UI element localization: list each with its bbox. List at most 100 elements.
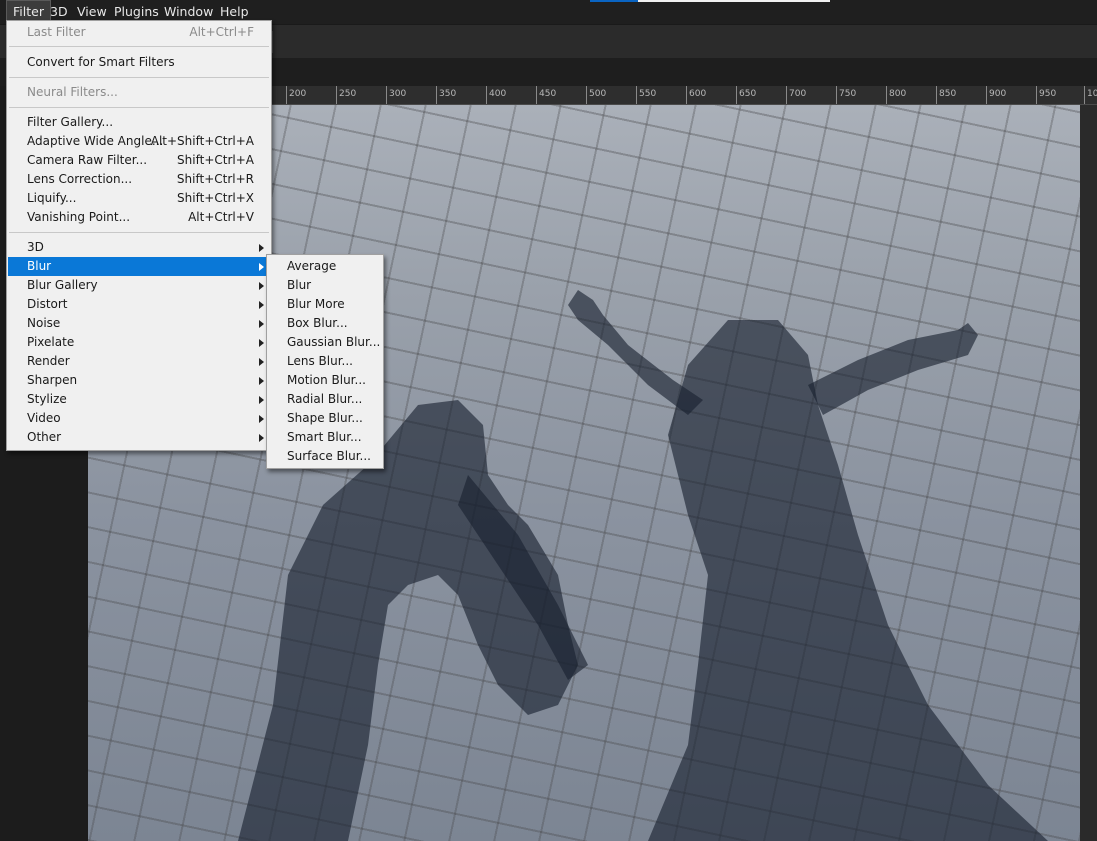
ruler-tick-label: 600 bbox=[689, 89, 707, 99]
submenu-item-label: Shape Blur... bbox=[287, 411, 363, 425]
menu-item-distort[interactable]: Distort bbox=[8, 295, 270, 314]
submenu-item-label: Average bbox=[287, 259, 337, 273]
menu-item-label: Camera Raw Filter... bbox=[27, 153, 148, 167]
submenu-item-average[interactable]: Average bbox=[268, 257, 382, 276]
ruler-tick: 250 bbox=[336, 86, 356, 104]
ruler-tick-label: 450 bbox=[539, 89, 557, 99]
ruler-tick: 300 bbox=[386, 86, 406, 104]
submenu-arrow-icon bbox=[259, 301, 264, 309]
ruler-tick: 700 bbox=[786, 86, 806, 104]
ruler-tick: 500 bbox=[586, 86, 606, 104]
menu-item-shortcut: Alt+Ctrl+F bbox=[189, 25, 254, 39]
ruler-tick-label: 10 bbox=[1087, 89, 1097, 99]
ruler-tick-label: 800 bbox=[889, 89, 907, 99]
options-separator bbox=[272, 31, 273, 53]
submenu-arrow-icon bbox=[259, 434, 264, 442]
menu-item-stylize[interactable]: Stylize bbox=[8, 390, 270, 409]
ruler-tick-label: 250 bbox=[339, 89, 357, 99]
ruler-tick: 950 bbox=[1036, 86, 1056, 104]
menu-item-lens-correction[interactable]: Lens Correction... Shift+Ctrl+R bbox=[8, 170, 270, 189]
menu-item-label: Pixelate bbox=[27, 335, 75, 349]
menu-divider bbox=[9, 46, 269, 47]
menu-item-camera-raw-filter[interactable]: Camera Raw Filter... Shift+Ctrl+A bbox=[8, 151, 270, 170]
submenu-arrow-icon bbox=[259, 377, 264, 385]
ruler-tick-label: 500 bbox=[589, 89, 607, 99]
submenu-item-gaussian-blur[interactable]: Gaussian Blur... bbox=[268, 333, 382, 352]
menu-item-blur-gallery[interactable]: Blur Gallery bbox=[8, 276, 270, 295]
submenu-item-label: Gaussian Blur... bbox=[287, 335, 381, 349]
ruler-tick: 650 bbox=[736, 86, 756, 104]
menu-item-shortcut: Shift+Ctrl+X bbox=[177, 191, 254, 205]
menu-item-label: Adaptive Wide Angle... bbox=[27, 134, 164, 148]
submenu-item-label: Surface Blur... bbox=[287, 449, 371, 463]
menu-item-label: Video bbox=[27, 411, 61, 425]
ruler-tick-label: 200 bbox=[289, 89, 307, 99]
title-bar-highlight bbox=[638, 0, 830, 2]
menu-item-label: Stylize bbox=[27, 392, 67, 406]
menu-item-liquify[interactable]: Liquify... Shift+Ctrl+X bbox=[8, 189, 270, 208]
menu-divider bbox=[9, 77, 269, 78]
ruler-tick: 750 bbox=[836, 86, 856, 104]
menu-item-last-filter[interactable]: Last Filter Alt+Ctrl+F bbox=[8, 23, 270, 42]
right-shadow-raised-arm bbox=[568, 290, 703, 415]
ruler-tick: 450 bbox=[536, 86, 556, 104]
submenu-item-blur-more[interactable]: Blur More bbox=[268, 295, 382, 314]
menu-item-convert-smart-filters[interactable]: Convert for Smart Filters bbox=[8, 53, 270, 72]
submenu-item-smart-blur[interactable]: Smart Blur... bbox=[268, 428, 382, 447]
menu-item-label: 3D bbox=[27, 240, 44, 254]
menu-item-label: Noise bbox=[27, 316, 61, 330]
ruler-tick-label: 900 bbox=[989, 89, 1007, 99]
menu-item-filter-gallery[interactable]: Filter Gallery... bbox=[8, 113, 270, 132]
menu-item-shortcut: Shift+Ctrl+R bbox=[176, 172, 254, 186]
submenu-arrow-icon bbox=[259, 358, 264, 366]
menu-item-vanishing-point[interactable]: Vanishing Point... Alt+Ctrl+V bbox=[8, 208, 270, 227]
blur-submenu: Average Blur Blur More Box Blur... Gauss… bbox=[266, 254, 384, 469]
submenu-item-lens-blur[interactable]: Lens Blur... bbox=[268, 352, 382, 371]
title-accent-bar bbox=[590, 0, 638, 2]
menu-item-3d[interactable]: 3D bbox=[8, 238, 270, 257]
ruler-tick: 600 bbox=[686, 86, 706, 104]
right-panel-strip bbox=[1080, 105, 1097, 841]
filter-menu: Last Filter Alt+Ctrl+F Convert for Smart… bbox=[6, 20, 272, 451]
ruler-tick: 550 bbox=[636, 86, 656, 104]
submenu-item-blur[interactable]: Blur bbox=[268, 276, 382, 295]
submenu-arrow-icon bbox=[259, 339, 264, 347]
submenu-item-box-blur[interactable]: Box Blur... bbox=[268, 314, 382, 333]
menu-item-label: Liquify... bbox=[27, 191, 77, 205]
menu-item-video[interactable]: Video bbox=[8, 409, 270, 428]
submenu-arrow-icon bbox=[259, 244, 264, 252]
submenu-item-surface-blur[interactable]: Surface Blur... bbox=[268, 447, 382, 466]
menu-divider bbox=[9, 107, 269, 108]
menu-item-label: Filter Gallery... bbox=[27, 115, 114, 129]
menu-item-noise[interactable]: Noise bbox=[8, 314, 270, 333]
submenu-item-label: Motion Blur... bbox=[287, 373, 366, 387]
menu-item-label: Sharpen bbox=[27, 373, 78, 387]
menu-item-label: Convert for Smart Filters bbox=[27, 55, 175, 69]
menu-item-shortcut: Alt+Ctrl+V bbox=[188, 210, 254, 224]
submenu-item-shape-blur[interactable]: Shape Blur... bbox=[268, 409, 382, 428]
menu-item-label: Neural Filters... bbox=[27, 85, 118, 99]
menu-item-shortcut: Alt+Shift+Ctrl+A bbox=[150, 134, 254, 148]
submenu-item-label: Lens Blur... bbox=[287, 354, 353, 368]
ruler-tick-label: 700 bbox=[789, 89, 807, 99]
menu-item-label: Render bbox=[27, 354, 70, 368]
ruler-tick-label: 950 bbox=[1039, 89, 1057, 99]
menu-item-neural-filters[interactable]: Neural Filters... bbox=[8, 83, 270, 102]
menu-divider bbox=[9, 232, 269, 233]
submenu-item-motion-blur[interactable]: Motion Blur... bbox=[268, 371, 382, 390]
menu-item-label: Last Filter bbox=[27, 25, 86, 39]
menu-item-other[interactable]: Other bbox=[8, 428, 270, 447]
ruler-tick: 200 bbox=[286, 86, 306, 104]
menu-item-blur[interactable]: Blur bbox=[8, 257, 270, 276]
menu-item-pixelate[interactable]: Pixelate bbox=[8, 333, 270, 352]
submenu-arrow-icon bbox=[259, 282, 264, 290]
menu-item-adaptive-wide-angle[interactable]: Adaptive Wide Angle... Alt+Shift+Ctrl+A bbox=[8, 132, 270, 151]
ruler-tick-label: 850 bbox=[939, 89, 957, 99]
menu-item-render[interactable]: Render bbox=[8, 352, 270, 371]
menu-item-sharpen[interactable]: Sharpen bbox=[8, 371, 270, 390]
submenu-item-label: Blur More bbox=[287, 297, 345, 311]
submenu-item-radial-blur[interactable]: Radial Blur... bbox=[268, 390, 382, 409]
ruler-tick-label: 300 bbox=[389, 89, 407, 99]
ruler-tick-label: 650 bbox=[739, 89, 757, 99]
menu-item-label: Blur Gallery bbox=[27, 278, 98, 292]
